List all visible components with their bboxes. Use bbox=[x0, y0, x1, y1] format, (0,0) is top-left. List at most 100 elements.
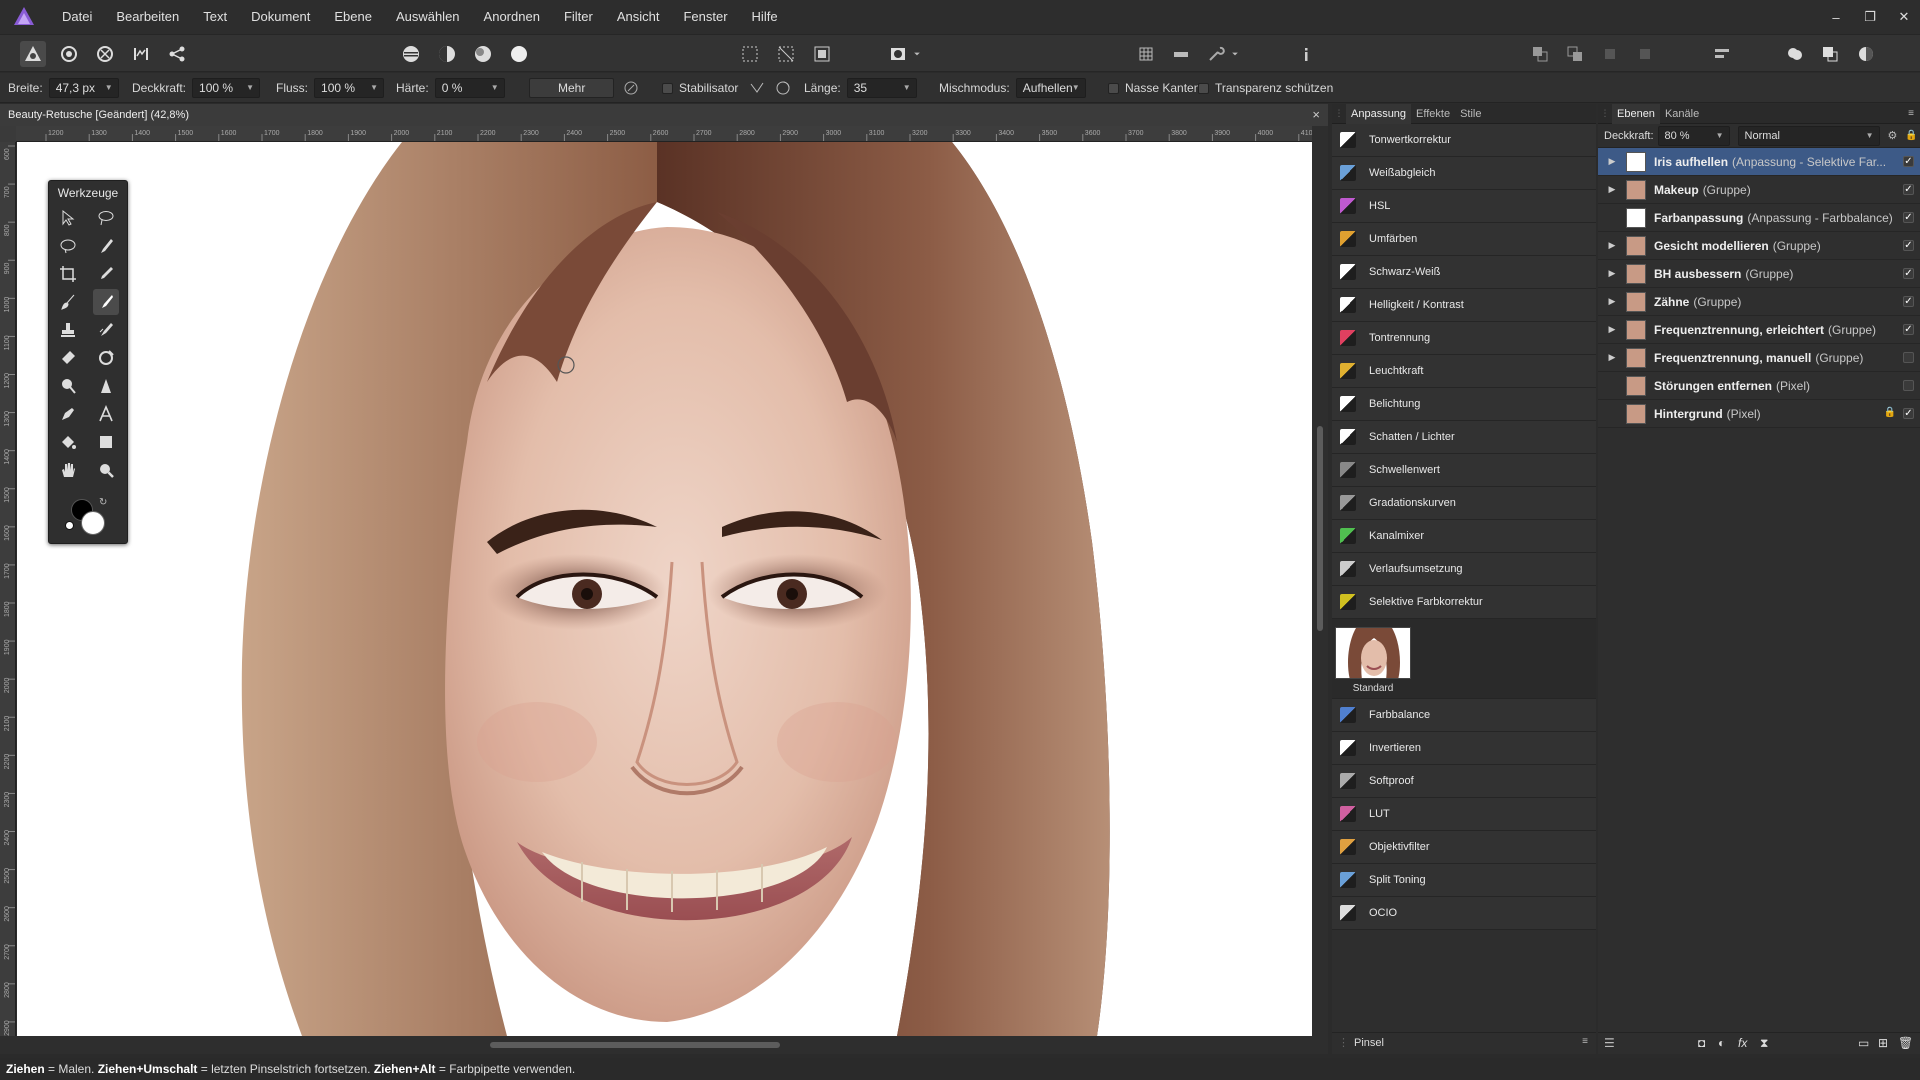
layer-visibility-checkbox[interactable]: ✓ bbox=[1903, 268, 1914, 279]
layer-row[interactable]: ▶ BH ausbessern (Gruppe) ✓ bbox=[1598, 260, 1920, 288]
close-document-icon[interactable]: × bbox=[1312, 107, 1320, 122]
chevron-down-icon[interactable]: ▼ bbox=[105, 83, 113, 92]
add-layer-icon[interactable]: ⊞ bbox=[1878, 1036, 1888, 1050]
layer-row[interactable]: Hintergrund (Pixel) ✓ 🔒 bbox=[1598, 400, 1920, 428]
adjustment-item[interactable]: Schatten / Lichter bbox=[1332, 421, 1596, 454]
adjustment-layer-icon[interactable]: ◐ bbox=[1718, 1036, 1725, 1050]
pen-tool[interactable] bbox=[55, 401, 81, 427]
clone-brush-tool[interactable] bbox=[55, 317, 81, 343]
add-group-icon[interactable]: ▭ bbox=[1858, 1036, 1869, 1050]
expand-arrow-icon[interactable]: ▶ bbox=[1604, 352, 1620, 363]
adjustment-item[interactable]: Belichtung bbox=[1332, 388, 1596, 421]
arrange-back-button[interactable] bbox=[1562, 41, 1588, 67]
layer-visibility-checkbox[interactable]: ✓ bbox=[1903, 212, 1914, 223]
adjustment-item[interactable]: OCIO bbox=[1332, 897, 1596, 930]
layer-visibility-checkbox[interactable]: ✓ bbox=[1903, 184, 1914, 195]
live-filter-icon[interactable]: ⧗ bbox=[1760, 1036, 1768, 1051]
layer-row[interactable]: Farbanpassung (Anpassung - Farbbalance) ✓ bbox=[1598, 204, 1920, 232]
adjustment-item[interactable]: Split Toning bbox=[1332, 864, 1596, 897]
dodge-brush-tool[interactable] bbox=[93, 289, 119, 315]
document-tab[interactable]: Beauty-Retusche [Geändert] (42,8%) × bbox=[0, 104, 1328, 126]
preset-thumbnail[interactable] bbox=[1335, 627, 1411, 679]
blend-mode-field[interactable]: Aufhellen ▼ bbox=[1015, 78, 1086, 98]
window-mode-icon[interactable] bbox=[774, 79, 792, 97]
arrange-forward-button[interactable] bbox=[1597, 41, 1623, 67]
expand-arrow-icon[interactable]: ▶ bbox=[1604, 184, 1620, 195]
adjustment-item[interactable]: Leuchtkraft bbox=[1332, 355, 1596, 388]
layer-row[interactable]: ▶ Zähne (Gruppe) ✓ bbox=[1598, 288, 1920, 316]
view-tool[interactable] bbox=[55, 457, 81, 483]
auto-white-balance-button[interactable] bbox=[506, 41, 532, 67]
swap-colors-icon[interactable]: ↻ bbox=[99, 497, 107, 508]
snapping-options-button[interactable] bbox=[1168, 41, 1194, 67]
stabilizer-checkbox[interactable] bbox=[662, 82, 673, 94]
color-picker-tool[interactable] bbox=[93, 261, 119, 287]
liquify-persona-button[interactable] bbox=[56, 41, 82, 67]
expand-arrow-icon[interactable]: ▶ bbox=[1604, 240, 1620, 251]
adjustment-item[interactable]: Verlaufsumsetzung bbox=[1332, 553, 1596, 586]
adjustment-item[interactable]: Weißabgleich bbox=[1332, 157, 1596, 190]
crop-tool[interactable] bbox=[55, 261, 81, 287]
wet-edges-checkbox[interactable] bbox=[1108, 82, 1119, 94]
opacity-field[interactable]: 100 % ▼ bbox=[192, 78, 261, 98]
delete-layer-icon[interactable]: 🗑 bbox=[1898, 1036, 1913, 1050]
more-button[interactable]: Mehr bbox=[529, 78, 615, 98]
adjustment-item[interactable]: Umfärben bbox=[1332, 223, 1596, 256]
adjustment-item[interactable]: Tontrennung bbox=[1332, 322, 1596, 355]
auto-contrast-button[interactable] bbox=[434, 41, 460, 67]
layer-visibility-checkbox[interactable]: ✓ bbox=[1903, 240, 1914, 251]
smudge-brush-tool[interactable] bbox=[93, 317, 119, 343]
menu-item-0[interactable]: Datei bbox=[50, 0, 104, 34]
adjustment-item[interactable]: HSL bbox=[1332, 190, 1596, 223]
layer-fx-icon[interactable]: fx bbox=[1738, 1036, 1747, 1050]
gear-icon[interactable]: ⚙ bbox=[1888, 129, 1898, 142]
brush-tool[interactable] bbox=[55, 289, 81, 315]
expand-arrow-icon[interactable]: ▶ bbox=[1604, 296, 1620, 307]
layer-blend-mode-field[interactable]: Normal ▼ bbox=[1737, 125, 1880, 146]
auto-colors-button[interactable] bbox=[470, 41, 496, 67]
adjustment-item[interactable]: Softproof bbox=[1332, 765, 1596, 798]
text-tool[interactable] bbox=[93, 401, 119, 427]
layer-visibility-checkbox[interactable]: ✓ bbox=[1903, 156, 1914, 167]
assistant-dropdown[interactable] bbox=[1228, 41, 1242, 67]
boolean-add-button[interactable] bbox=[1782, 41, 1808, 67]
chevron-down-icon[interactable]: ▼ bbox=[1072, 83, 1080, 92]
layer-row[interactable]: Störungen entfernen (Pixel) bbox=[1598, 372, 1920, 400]
freehand-selection-tool[interactable] bbox=[93, 205, 119, 231]
adjustment-item[interactable]: Farbbalance bbox=[1332, 699, 1596, 732]
adjustment-item[interactable]: Schwellenwert bbox=[1332, 454, 1596, 487]
adjustment-item[interactable]: Helligkeit / Kontrast bbox=[1332, 289, 1596, 322]
rectangle-tool[interactable] bbox=[93, 429, 119, 455]
adjustment-item[interactable]: LUT bbox=[1332, 798, 1596, 831]
panel-menu-icon[interactable]: ≡ bbox=[1582, 1036, 1588, 1047]
layer-row[interactable]: ▶ Makeup (Gruppe) ✓ bbox=[1598, 176, 1920, 204]
protect-alpha-checkbox[interactable] bbox=[1198, 82, 1209, 94]
move-tool[interactable] bbox=[55, 205, 81, 231]
auto-levels-button[interactable] bbox=[398, 41, 424, 67]
photo-persona-button[interactable] bbox=[20, 41, 46, 67]
expand-arrow-icon[interactable]: ▶ bbox=[1604, 324, 1620, 335]
layers-stack-icon[interactable]: ☰ bbox=[1604, 1036, 1615, 1050]
tab-effekte[interactable]: Effekte bbox=[1411, 104, 1455, 124]
layer-row[interactable]: ▶ Gesicht modellieren (Gruppe) ✓ bbox=[1598, 232, 1920, 260]
tab-kanaele[interactable]: Kanäle bbox=[1660, 104, 1704, 124]
menu-item-2[interactable]: Text bbox=[191, 0, 239, 34]
develop-persona-button[interactable] bbox=[92, 41, 118, 67]
layer-row[interactable]: ▶ Frequenztrennung, manuell (Gruppe) bbox=[1598, 344, 1920, 372]
chevron-down-icon[interactable]: ▼ bbox=[491, 83, 499, 92]
deselect-button[interactable] bbox=[773, 41, 799, 67]
width-field[interactable]: 47,3 px ▼ bbox=[48, 78, 119, 98]
quick-mask-button[interactable] bbox=[885, 41, 911, 67]
menu-item-10[interactable]: Hilfe bbox=[740, 0, 790, 34]
chevron-down-icon[interactable]: ▼ bbox=[903, 83, 911, 92]
expand-arrow-icon[interactable]: ▶ bbox=[1604, 156, 1620, 167]
chevron-down-icon[interactable]: ▼ bbox=[246, 83, 254, 92]
assistant-button[interactable] bbox=[1203, 41, 1229, 67]
restore-icon[interactable]: ❐ bbox=[1862, 9, 1878, 25]
selection-brush-tool[interactable] bbox=[93, 233, 119, 259]
panel-grip-icon[interactable]: ⋮ bbox=[1598, 108, 1612, 119]
blemish-removal-tool[interactable] bbox=[93, 345, 119, 371]
boolean-intersect-button[interactable] bbox=[1853, 41, 1879, 67]
pressure-icon[interactable] bbox=[622, 79, 640, 97]
select-all-button[interactable] bbox=[737, 41, 763, 67]
